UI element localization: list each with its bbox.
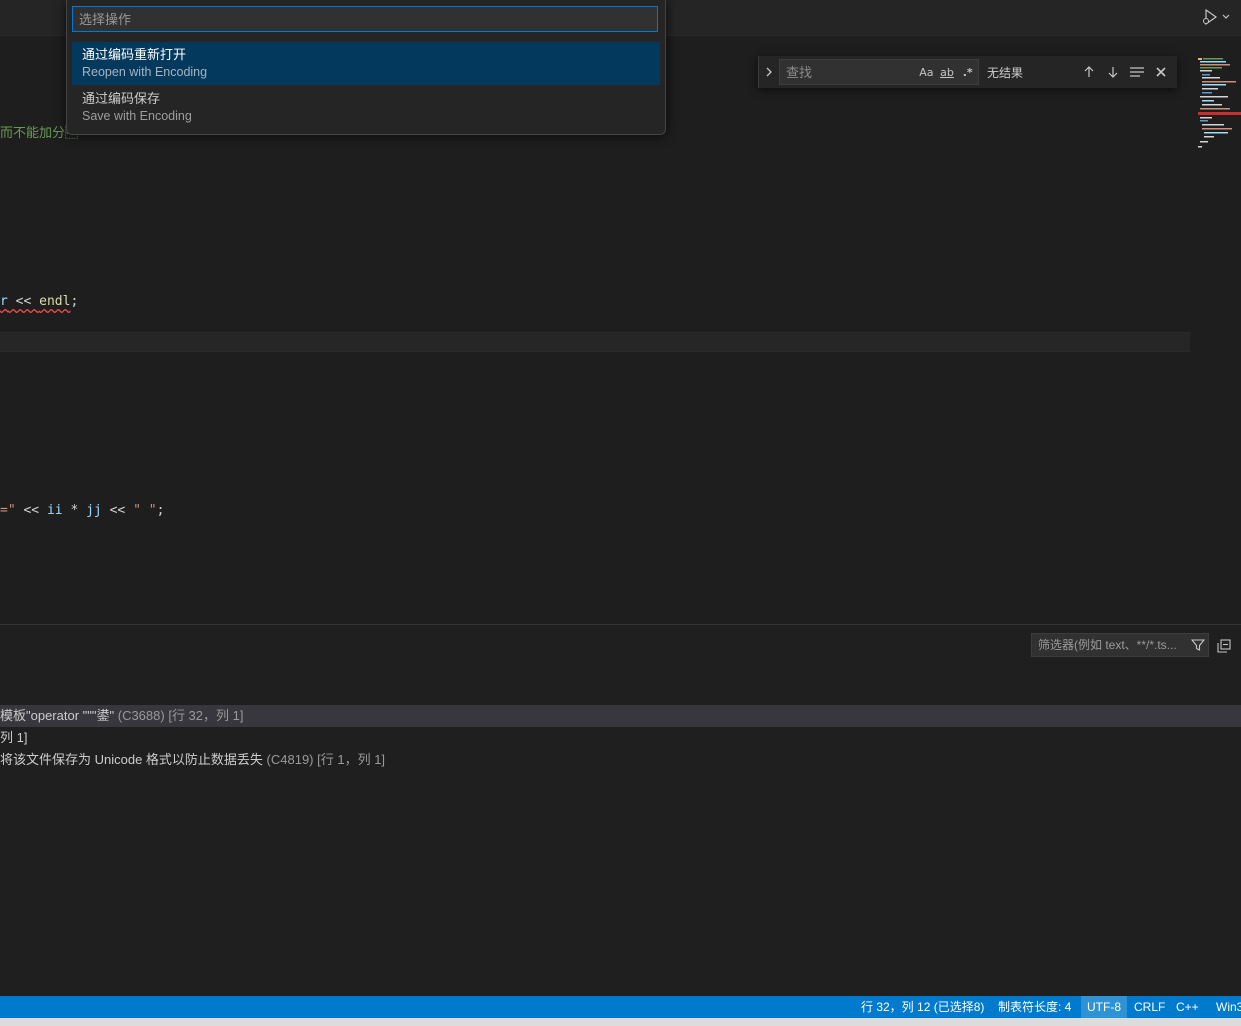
taskbar-strip	[0, 1018, 1241, 1026]
code-line: =" << ii * jj << " ";	[0, 503, 164, 518]
problem-row[interactable]: 将该文件保存为 Unicode 格式以防止数据丢失 (C4819) [行 1，列…	[0, 749, 1241, 771]
code-token: ="	[0, 503, 16, 518]
next-match-button[interactable]	[1101, 60, 1125, 84]
code-token: endl	[39, 294, 71, 309]
problem-message: 模板"operator """鍙"	[0, 708, 115, 723]
code-line: r << endl;	[0, 294, 78, 309]
status-encoding[interactable]: UTF-8	[1081, 996, 1127, 1018]
quick-pick: 通过编码重新打开 Reopen with Encoding 通过编码保存 Sav…	[66, 0, 666, 135]
minimap[interactable]	[1196, 56, 1241, 156]
find-in-selection-button[interactable]	[1125, 60, 1149, 84]
status-eol[interactable]: CRLF	[1128, 996, 1171, 1018]
problem-location: [行 32，列 1]	[168, 708, 244, 723]
find-widget: Aa ab .* 无结果	[758, 56, 1177, 88]
filter-button[interactable]	[1188, 638, 1208, 652]
problems-filter-input[interactable]	[1032, 637, 1188, 653]
close-find-button[interactable]	[1149, 60, 1173, 84]
problem-location: [行 1，列 1]	[317, 752, 386, 767]
code-token: r	[0, 294, 8, 309]
chevron-right-icon	[766, 67, 772, 77]
problem-code: (C4819)	[266, 752, 314, 767]
collapse-all-icon	[1217, 639, 1231, 653]
match-case-toggle[interactable]: Aa	[916, 61, 937, 83]
find-input-box: Aa ab .*	[779, 59, 979, 85]
quick-pick-item-detail: Reopen with Encoding	[82, 65, 208, 79]
chevron-down-icon	[1222, 14, 1230, 19]
previous-match-button[interactable]	[1077, 60, 1101, 84]
quick-pick-item-detail: Save with Encoding	[82, 109, 192, 123]
minimap-canvas	[1198, 58, 1241, 148]
code-token: ;	[70, 294, 79, 309]
problem-row[interactable]: 模板"operator """鍙" (C3688) [行 32，列 1]	[0, 705, 1241, 727]
problem-row[interactable]: 列 1]	[0, 727, 1241, 749]
find-input[interactable]	[780, 63, 916, 81]
filter-icon	[1191, 639, 1205, 651]
code-token: <<	[15, 503, 47, 518]
code-editor[interactable]: 而不能加分 r << endl; =" << ii * jj << " ";	[0, 56, 1241, 624]
quick-pick-item-save-with-encoding[interactable]: 通过编码保存 Save with Encoding	[72, 86, 660, 129]
arrow-down-icon	[1108, 67, 1118, 78]
run-debug-icon	[1203, 8, 1218, 26]
quick-pick-input[interactable]	[72, 6, 658, 32]
status-language[interactable]: C++	[1170, 996, 1205, 1018]
status-cursor-position[interactable]: 行 32，列 12 (已选择8)	[855, 996, 990, 1018]
regex-toggle[interactable]: .*	[957, 61, 978, 83]
quick-pick-item-reopen-with-encoding[interactable]: 通过编码重新打开 Reopen with Encoding	[72, 42, 660, 85]
code-token: jj	[86, 503, 102, 518]
code-token: <<	[101, 503, 134, 518]
problems-filter	[1031, 633, 1209, 657]
whole-word-toggle[interactable]: ab	[937, 61, 958, 83]
collapse-all-button[interactable]	[1215, 637, 1233, 655]
problem-message: 列 1]	[0, 730, 28, 745]
find-result-count: 无结果	[987, 65, 1024, 80]
current-line-highlight	[0, 332, 1190, 352]
code-token: ii	[46, 503, 63, 518]
quick-pick-item-label: 通过编码保存	[82, 91, 161, 106]
code-token: " "	[133, 503, 157, 518]
code-token: *	[62, 503, 87, 518]
status-indentation[interactable]: 制表符长度: 4	[992, 996, 1077, 1018]
status-platform[interactable]: Win3	[1210, 996, 1241, 1018]
toggle-replace-button[interactable]	[759, 56, 779, 88]
quick-pick-item-label: 通过编码重新打开	[82, 47, 187, 62]
run-debug-button[interactable]	[1201, 7, 1235, 27]
problems-panel: 模板"operator """鍙" (C3688) [行 32，列 1] 列 1…	[0, 624, 1241, 997]
problem-code: (C3688)	[117, 708, 165, 723]
code-token: <<	[7, 294, 40, 309]
status-bar: 行 32，列 12 (已选择8) 制表符长度: 4 UTF-8 CRLF C++…	[0, 996, 1241, 1018]
find-in-selection-icon	[1130, 67, 1144, 77]
problem-message: 将该文件保存为 Unicode 格式以防止数据丢失	[0, 752, 263, 767]
arrow-up-icon	[1084, 66, 1094, 77]
code-token: ;	[156, 503, 165, 518]
close-icon	[1156, 67, 1166, 77]
